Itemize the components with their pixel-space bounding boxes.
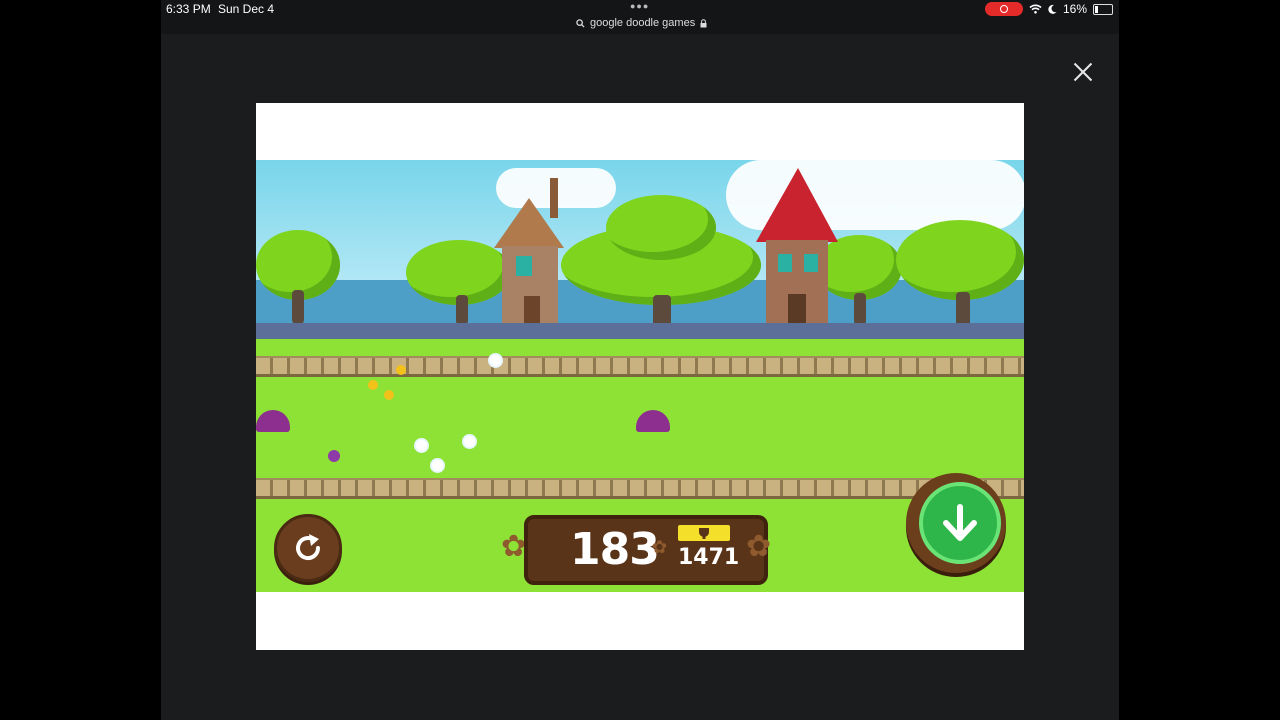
stone-house: [494, 178, 564, 324]
flower: [384, 390, 394, 400]
trophy-icon: [699, 528, 709, 539]
address-bar[interactable]: google doodle games: [576, 17, 707, 29]
back-fence: [256, 356, 1024, 377]
restart-icon: [296, 534, 321, 561]
lock-icon: [700, 18, 707, 27]
device-screen: 6:33 PM Sun Dec 4 ●●● google doodle game…: [161, 0, 1119, 720]
status-time: 6:33 PM: [166, 2, 211, 16]
battery-percent: 16%: [1062, 2, 1087, 16]
status-bar: 6:33 PM Sun Dec 4 ●●● google doodle game…: [161, 0, 1119, 34]
close-icon[interactable]: [1071, 60, 1095, 84]
trophy-badge: [678, 525, 730, 541]
timber-house: [756, 168, 838, 328]
address-url: google doodle games: [590, 17, 696, 29]
tree: [256, 230, 346, 330]
status-right: 16%: [984, 2, 1113, 16]
duck-button[interactable]: [906, 473, 1006, 573]
moon-icon: [1048, 4, 1057, 14]
flower: [464, 436, 475, 447]
restart-button[interactable]: [274, 514, 342, 582]
flower-ornament-icon: ✿: [501, 530, 527, 563]
tree: [561, 195, 761, 330]
road: [256, 323, 1024, 339]
front-fence: [256, 478, 1024, 499]
game-panel: ✿ 183 ✿ 1471 ✿: [256, 103, 1024, 650]
best-score: 1471: [678, 545, 740, 570]
current-score: 183: [570, 524, 660, 575]
flower: [490, 355, 501, 366]
search-icon: [576, 18, 585, 28]
score-panel: 183 ✿ 1471: [524, 515, 768, 585]
game-canvas[interactable]: ✿ 183 ✿ 1471 ✿: [256, 160, 1024, 592]
flower: [416, 440, 427, 451]
battery-icon: [1093, 3, 1113, 15]
flower: [328, 450, 340, 462]
flower: [432, 460, 443, 471]
flower: [368, 380, 378, 390]
flower-ornament-icon: ✿: [652, 537, 668, 557]
screen-recording-indicator[interactable]: [984, 2, 1023, 16]
arrow-down-icon: [943, 504, 977, 541]
flower-ornament-icon: ✿: [746, 530, 772, 563]
wifi-icon: [1029, 4, 1042, 14]
multitask-dots-icon[interactable]: ●●●: [630, 1, 649, 11]
status-date: Sun Dec 4: [218, 2, 275, 16]
flower: [396, 365, 406, 375]
tree: [896, 220, 1024, 330]
